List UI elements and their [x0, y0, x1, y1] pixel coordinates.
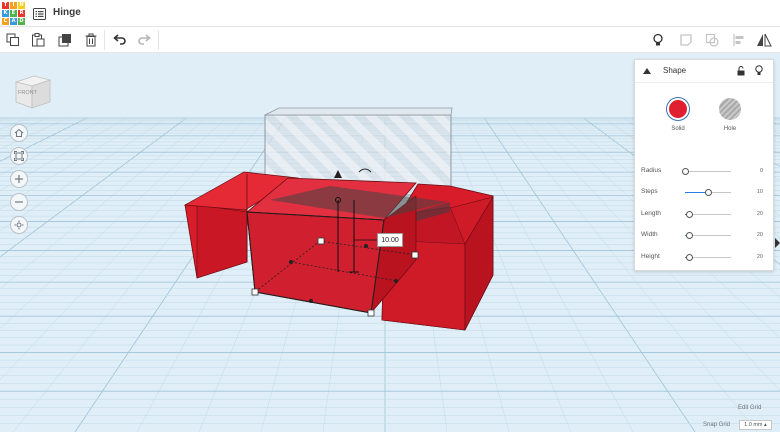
grid-line — [0, 117, 227, 329]
tinkercad-app: T I N K E R C A D Hinge FRONT 10.00 Shap… — [0, 0, 780, 432]
delete-icon[interactable] — [82, 31, 100, 49]
grid-line — [0, 117, 187, 258]
panel-expand-arrow-icon[interactable] — [775, 238, 780, 248]
shape-inspector-panel: Shape Solid Hole Radius 0 Steps 10 Lengt… — [634, 59, 774, 271]
duplicate-icon[interactable] — [56, 31, 74, 49]
length-slider[interactable] — [685, 211, 731, 218]
header-bar: T I N K E R C A D Hinge — [0, 0, 780, 27]
height-slider[interactable] — [685, 254, 731, 261]
snap-grid-value: 1.0 mm — [744, 422, 763, 428]
redo-icon[interactable] — [136, 31, 154, 49]
undo-icon[interactable] — [110, 31, 128, 49]
note-icon[interactable] — [677, 31, 695, 49]
lightbulb-icon[interactable] — [649, 31, 667, 49]
grid-line — [0, 117, 127, 191]
solid-label: Solid — [671, 126, 685, 132]
prop-length-value[interactable]: 20 — [757, 211, 763, 217]
prop-steps-label: Steps — [641, 188, 658, 195]
grid-line — [0, 117, 88, 162]
collapse-arrow-icon[interactable] — [643, 68, 651, 74]
logo-letter: T — [2, 2, 9, 9]
dimension-input[interactable]: 10.00 — [377, 233, 403, 247]
prop-width-label: Width — [641, 231, 658, 238]
grid-line — [0, 117, 167, 232]
logo-letter: K — [2, 10, 9, 17]
fit-view-button[interactable] — [10, 147, 28, 165]
zoom-out-button[interactable] — [10, 193, 28, 211]
logo-letter: I — [10, 2, 17, 9]
grid-line — [0, 117, 147, 210]
prop-width-value[interactable]: 20 — [757, 232, 763, 238]
prop-steps-value[interactable]: 10 — [757, 189, 763, 195]
logo-letter: E — [10, 10, 17, 17]
view-cube-front-label: FRONT — [18, 90, 37, 96]
snap-grid-select[interactable]: 1.0 mm ▴ — [739, 420, 772, 430]
align-icon[interactable] — [730, 31, 748, 49]
toolbar-divider — [158, 30, 159, 50]
fit-icon — [14, 151, 24, 161]
group-icon[interactable] — [703, 31, 721, 49]
list-menu-icon[interactable] — [33, 7, 46, 20]
hole-swatch[interactable] — [719, 98, 741, 120]
solid-color-swatch[interactable] — [667, 98, 689, 120]
prop-height-value[interactable]: 20 — [757, 254, 763, 260]
steps-slider[interactable] — [685, 189, 731, 196]
prop-radius-value[interactable]: 0 — [760, 168, 763, 174]
logo-letter: A — [10, 18, 17, 25]
prop-length-label: Length — [641, 210, 661, 217]
grid-line — [12, 117, 267, 432]
chevron-up-icon: ▴ — [764, 422, 767, 428]
prop-radius-label: Radius — [641, 167, 662, 174]
zoom-in-button[interactable] — [10, 170, 28, 188]
zoom-in-icon — [15, 175, 23, 183]
width-slider[interactable] — [685, 232, 731, 239]
hole-label: Hole — [723, 126, 737, 132]
tinkercad-logo[interactable]: T I N K E R C A D — [2, 2, 25, 25]
lock-icon[interactable] — [737, 66, 745, 76]
panel-title: Shape — [663, 66, 687, 75]
logo-letter: N — [18, 2, 25, 9]
logo-letter: D — [18, 18, 25, 25]
radius-slider[interactable] — [682, 168, 731, 175]
grid-line — [0, 117, 48, 140]
grid-line — [0, 117, 68, 150]
toolbar — [0, 27, 780, 53]
design-title[interactable]: Hinge — [53, 7, 81, 18]
prop-height-label: Height — [641, 253, 660, 260]
orbit-icon — [14, 220, 24, 230]
edit-grid-link[interactable]: Edit Grid — [738, 405, 761, 411]
view-cube[interactable]: FRONT — [12, 70, 54, 112]
panel-header: Shape — [635, 60, 773, 83]
copy-icon[interactable] — [4, 31, 22, 49]
home-view-button[interactable] — [10, 124, 28, 142]
home-icon — [14, 128, 24, 137]
paste-icon[interactable] — [29, 31, 47, 49]
mirror-icon[interactable] — [755, 31, 773, 49]
grid-line — [0, 117, 108, 176]
orbit-button[interactable] — [10, 216, 28, 234]
snap-grid-label: Snap Grid — [703, 422, 731, 428]
zoom-out-icon — [15, 201, 23, 203]
grid-line — [0, 117, 28, 130]
logo-letter: C — [2, 18, 9, 25]
logo-letter: R — [18, 10, 25, 17]
light-bulb-visibility-icon[interactable] — [755, 65, 763, 76]
toolbar-divider — [104, 30, 105, 50]
grid-line — [0, 117, 8, 122]
